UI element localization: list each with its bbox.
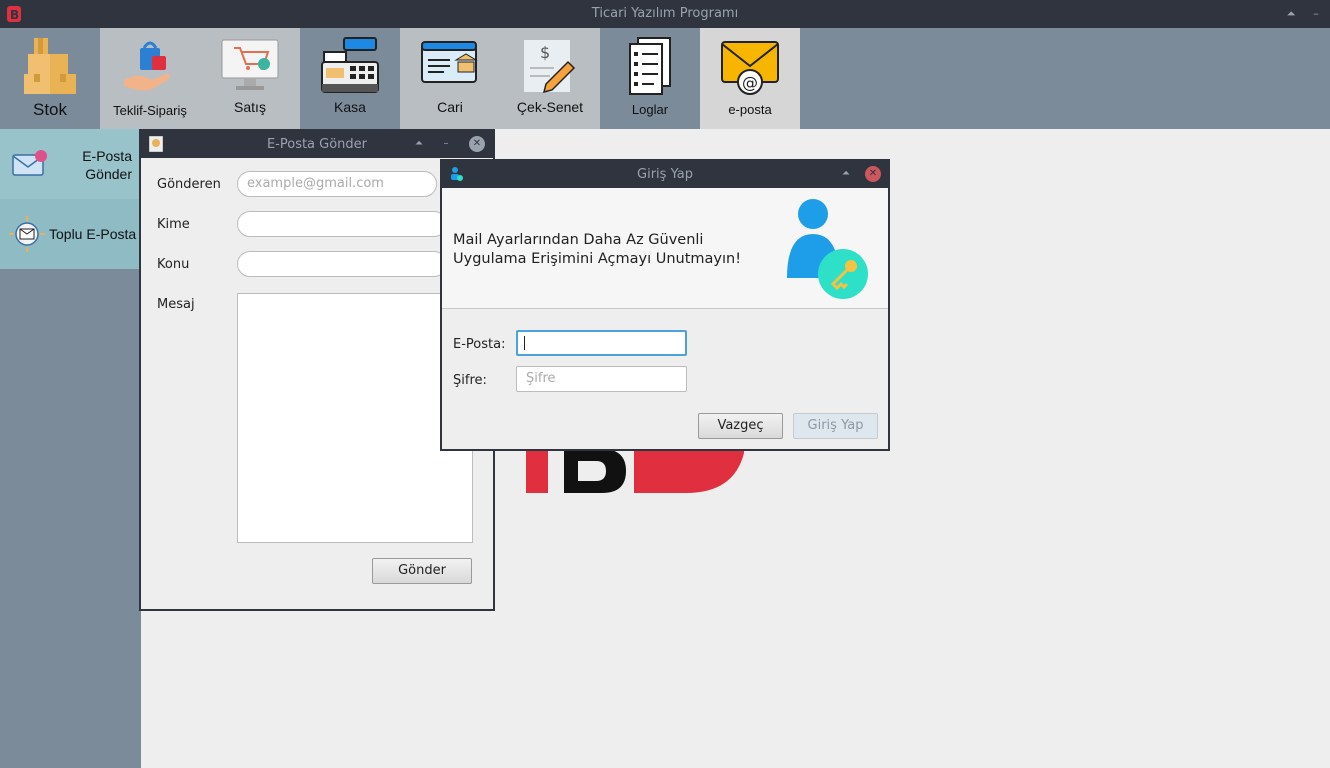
login-button[interactable]: Giriş Yap [793, 413, 878, 439]
maximize-icon[interactable]: ⏶ [411, 136, 427, 152]
maximize-icon[interactable]: ⏶ [1282, 5, 1300, 23]
toolbar-label: Stok [32, 100, 68, 119]
toolbar-label: Cari [437, 99, 463, 115]
boxes-icon [24, 38, 76, 94]
toolbar-item-cari[interactable]: Cari [400, 28, 500, 129]
login-dialog: Giriş Yap ⏶ ✕ Mail Ayarlarından Daha Az … [440, 159, 890, 451]
toolbar-label: Teklif-Sipariş [113, 103, 187, 118]
sender-input[interactable]: example@gmail.com [237, 171, 437, 197]
toolbar-item-loglar[interactable]: Loglar [600, 28, 700, 129]
dialog-message-line2: Uygulama Erişimini Açmayı Unutmayın! [453, 251, 742, 267]
close-icon[interactable]: ✕ [865, 166, 881, 182]
toolbar-label: Çek-Senet [516, 99, 584, 115]
password-label: Şifre: [453, 373, 487, 388]
minimize-icon[interactable]: – [1307, 5, 1325, 23]
dialog-titlebar: Giriş Yap ⏶ ✕ [442, 161, 888, 188]
check-pen-icon: $ [524, 40, 576, 94]
subject-label: Konu [157, 257, 190, 272]
message-label: Mesaj [157, 297, 195, 312]
toolbar-item-teklif-siparis[interactable]: Teklif-Sipariş [100, 28, 200, 129]
shopping-hand-icon [124, 41, 170, 91]
text-cursor [524, 336, 525, 350]
mail-send-icon [12, 150, 47, 176]
log-document-icon [629, 37, 671, 95]
cart-monitor-icon [221, 39, 279, 90]
sidebar-item-e-posta-gonder[interactable]: E-Posta Gönder [0, 129, 141, 199]
to-input[interactable] [237, 211, 447, 237]
maximize-icon[interactable]: ⏶ [838, 166, 854, 182]
password-input[interactable]: Şifre [516, 366, 687, 392]
dialog-message-line1: Mail Ayarlarından Daha Az Güvenli [453, 232, 704, 248]
sidebar-item-toplu-e-posta[interactable]: Toplu E-Posta [0, 199, 141, 269]
sidebar-item-label: E-Posta [82, 148, 132, 164]
toolbar-item-cek-senet[interactable]: $ Çek-Senet [500, 28, 600, 129]
to-label: Kime [157, 217, 190, 232]
send-button[interactable]: Gönder [372, 558, 472, 584]
cancel-button[interactable]: Vazgeç [698, 413, 783, 439]
sidebar-item-label: Gönder [85, 166, 132, 182]
brand-logo-watermark [526, 449, 744, 493]
svg-text:@: @ [742, 73, 758, 92]
email-input[interactable] [516, 330, 687, 356]
bank-document-icon [421, 41, 478, 83]
toolbar-item-e-posta[interactable]: @ e-posta [700, 28, 800, 129]
subject-input[interactable] [237, 251, 447, 277]
dialog-title: Giriş Yap [637, 167, 693, 182]
toolbar-label: Kasa [334, 99, 366, 115]
cash-register-icon [321, 37, 379, 93]
app-title: Ticari Yazılım Programı [591, 6, 739, 21]
message-textarea[interactable] [237, 293, 473, 543]
toolbar-item-kasa[interactable]: Kasa [300, 28, 400, 129]
minimize-icon[interactable]: – [438, 136, 454, 152]
email-envelope-icon: @ [721, 41, 779, 95]
main-toolbar: Stok Teklif-Sipariş Satış Kasa Cari $ Çe… [0, 28, 1330, 129]
app-titlebar: B Ticari Yazılım Programı ⏶ – [0, 0, 1330, 28]
dialog-header-panel: Mail Ayarlarından Daha Az Güvenli Uygula… [442, 188, 888, 309]
sidebar-item-label: Toplu E-Posta [49, 226, 137, 242]
toolbar-label: e-posta [728, 102, 772, 117]
toolbar-label: Loglar [631, 102, 669, 117]
svg-text:$: $ [540, 43, 550, 62]
left-sidebar: E-Posta Gönder Toplu E-Posta [0, 129, 141, 768]
toolbar-label: Satış [234, 99, 266, 115]
toolbar-item-stok[interactable]: Stok [0, 28, 100, 129]
email-label: E-Posta: [453, 337, 506, 352]
user-key-icon [787, 199, 868, 299]
sender-label: Gönderen [157, 177, 221, 192]
close-icon[interactable]: ✕ [469, 136, 485, 152]
bulk-mail-icon [9, 216, 45, 252]
toolbar-item-satis[interactable]: Satış [200, 28, 300, 129]
window-titlebar: E-Posta Gönder ⏶ – ✕ [141, 131, 493, 158]
